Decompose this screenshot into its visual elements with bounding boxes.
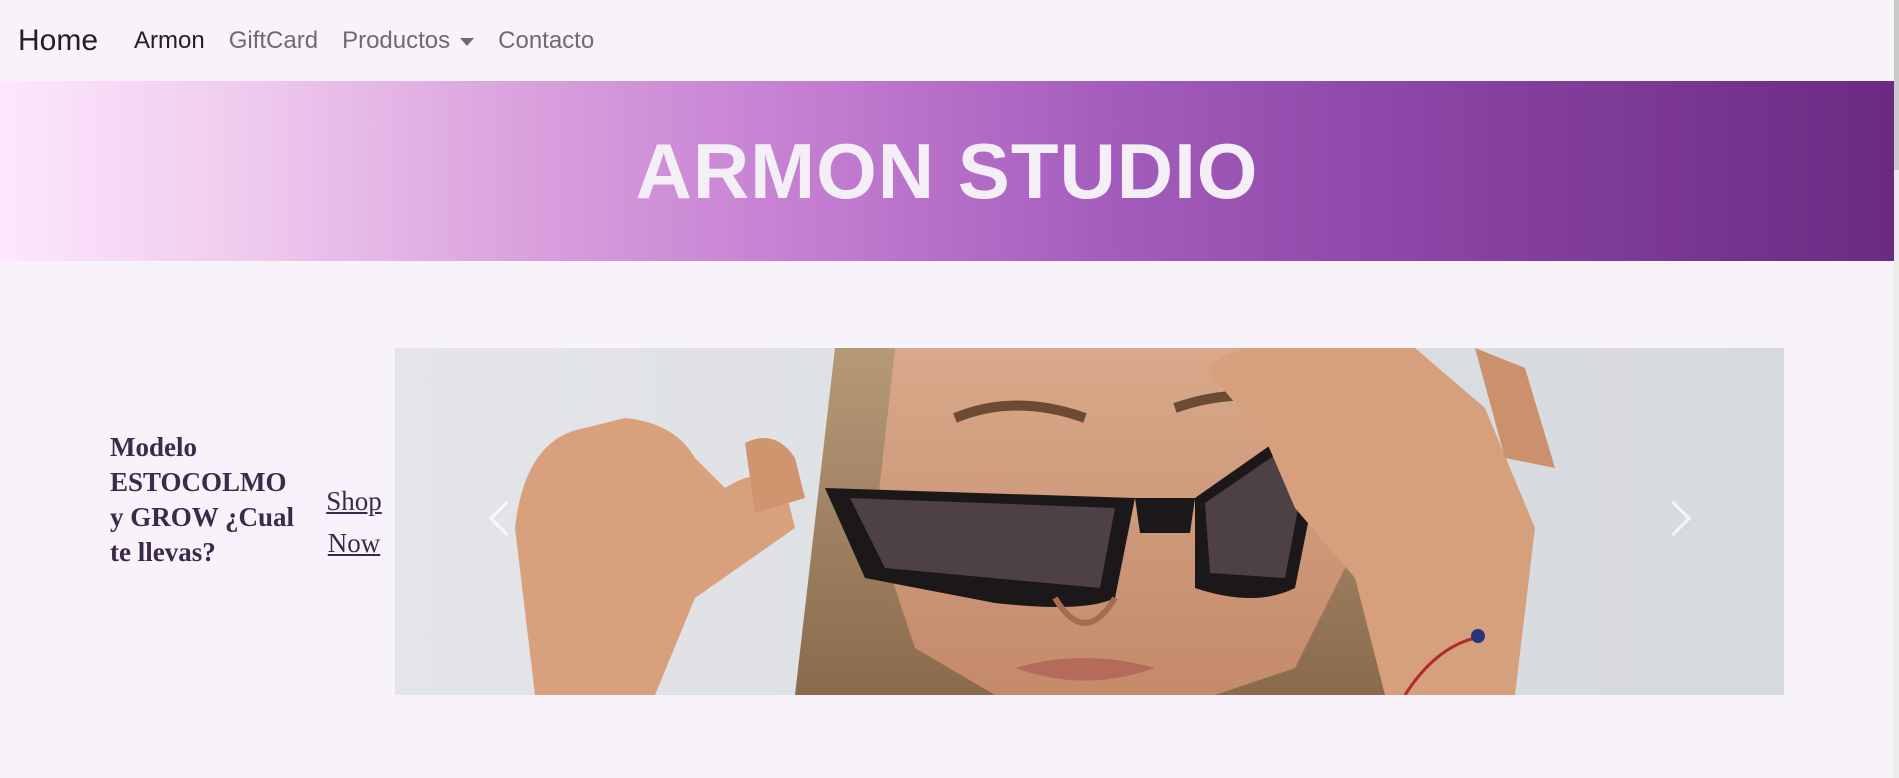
nav-link-armon[interactable]: Armon <box>134 28 205 53</box>
brand-home-link[interactable]: Home <box>18 25 98 56</box>
carousel-image <box>395 348 1784 695</box>
navbar: Home Armon GiftCard Productos Contacto <box>0 0 1894 81</box>
nav-link-giftcard[interactable]: GiftCard <box>229 28 318 53</box>
shop-now-link[interactable]: Shop Now <box>322 480 386 564</box>
image-carousel <box>395 348 1784 695</box>
nav-link-contacto[interactable]: Contacto <box>498 28 594 53</box>
hero-banner: ARMON STUDIO <box>0 81 1894 261</box>
scrollbar-thumb[interactable] <box>1894 0 1899 170</box>
page-scrollbar[interactable] <box>1894 0 1899 778</box>
carousel-next-button[interactable] <box>1649 468 1709 568</box>
nav-dropdown-productos[interactable]: Productos <box>342 26 475 54</box>
chevron-right-icon <box>1655 500 1691 536</box>
carousel-prev-button[interactable] <box>470 468 530 568</box>
promo-headline: Modelo ESTOCOLMO y GROW ¿Cual te llevas? <box>110 432 295 567</box>
caret-down-icon <box>460 37 475 46</box>
nav-dropdown-label: Productos <box>342 26 451 54</box>
chevron-left-icon <box>488 500 524 536</box>
banner-title: ARMON STUDIO <box>635 127 1259 215</box>
